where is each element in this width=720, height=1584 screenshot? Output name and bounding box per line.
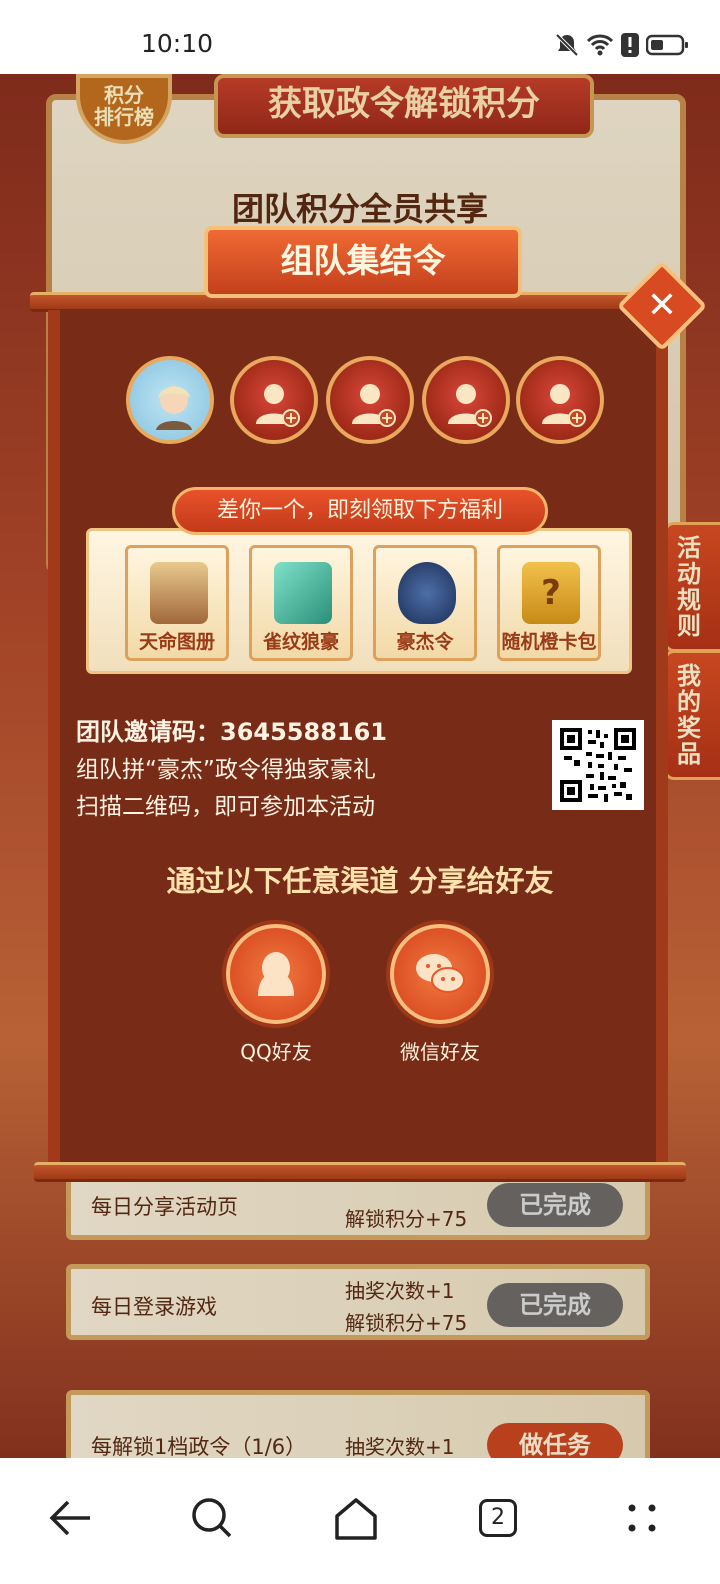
tabs-count: 2 (479, 1499, 517, 1537)
reward-label: 豪杰令 (396, 631, 454, 653)
invite-slot[interactable] (422, 356, 510, 444)
invite-slot[interactable] (230, 356, 318, 444)
home-button[interactable] (326, 1488, 386, 1548)
mystery-card-icon: ? (522, 562, 580, 624)
tabs-button[interactable]: 2 (468, 1488, 528, 1548)
reward-item[interactable]: 雀纹狼豪 (249, 545, 353, 661)
qr-code (552, 720, 644, 810)
add-user-icon (256, 384, 300, 427)
battery-icon (646, 34, 688, 56)
modal-title: 组队集结令 (204, 226, 522, 298)
more-dots-icon (628, 1504, 656, 1532)
reward-item[interactable]: ? 随机橙卡包 (497, 545, 601, 661)
wechat-icon (416, 954, 465, 993)
invite-code[interactable]: 3645588161 (220, 718, 387, 746)
status-icons (554, 30, 690, 60)
status-bar: 10:10 (0, 0, 720, 74)
share-qq-button[interactable] (226, 924, 326, 1024)
reward-label: 雀纹狼豪 (262, 631, 339, 653)
back-arrow-icon (49, 1500, 90, 1536)
invite-code-label: 团队邀请码： (76, 718, 220, 746)
emblem-shield-icon (398, 562, 456, 624)
scroll-rod-bottom (34, 1162, 686, 1182)
share-heading: 通过以下任意渠道 分享给好友 (166, 864, 554, 898)
qr-code-icon (560, 728, 636, 802)
menu-button[interactable] (612, 1488, 672, 1548)
pagoda-scroll-icon (150, 562, 208, 624)
invite-slot[interactable] (516, 356, 604, 444)
alert-icon (621, 33, 639, 57)
close-icon: ✕ (646, 285, 678, 326)
clock: 10:10 (141, 29, 214, 58)
avatar (126, 356, 214, 444)
back-button[interactable] (40, 1488, 100, 1548)
screen: 10:10 积分 排行榜 获取政令解锁积分 团队积分全员共享 活动 规则 我的 … (0, 0, 720, 1584)
reward-item[interactable]: 天命图册 (125, 545, 229, 661)
add-user-icon (542, 384, 586, 427)
add-user-icon (448, 384, 492, 427)
browser-nav-bar: 2 (0, 1458, 720, 1584)
invite-code-row: 团队邀请码：3645588161 (76, 712, 387, 747)
search-button[interactable] (182, 1488, 242, 1548)
share-wechat-label: 微信好友 (400, 1040, 480, 1064)
benefit-ribbon: 差你一个，即刻领取下方福利 (172, 487, 548, 535)
qq-penguin-icon (258, 952, 294, 996)
search-icon (192, 1498, 232, 1538)
player-avatar-icon (156, 386, 192, 430)
share-qq-label: QQ好友 (240, 1040, 312, 1064)
invite-desc: 组队拼“豪杰”政令得独家豪礼 (76, 757, 376, 783)
reward-strip: 天命图册 雀纹狼豪 豪杰令 ? 随机橙卡包 (86, 528, 632, 674)
share-wechat-button[interactable] (390, 924, 490, 1024)
reward-item[interactable]: 豪杰令 (373, 545, 477, 661)
reward-label: 随机橙卡包 (501, 631, 597, 653)
feather-brush-icon (274, 562, 332, 624)
mute-bell-icon (555, 33, 579, 57)
reward-label: 天命图册 (138, 631, 215, 653)
home-icon (335, 1498, 377, 1540)
add-user-icon (352, 384, 396, 427)
invite-slot[interactable] (326, 356, 414, 444)
invite-hint: 扫描二维码，即可参加本活动 (76, 794, 375, 820)
wifi-icon (586, 34, 614, 56)
